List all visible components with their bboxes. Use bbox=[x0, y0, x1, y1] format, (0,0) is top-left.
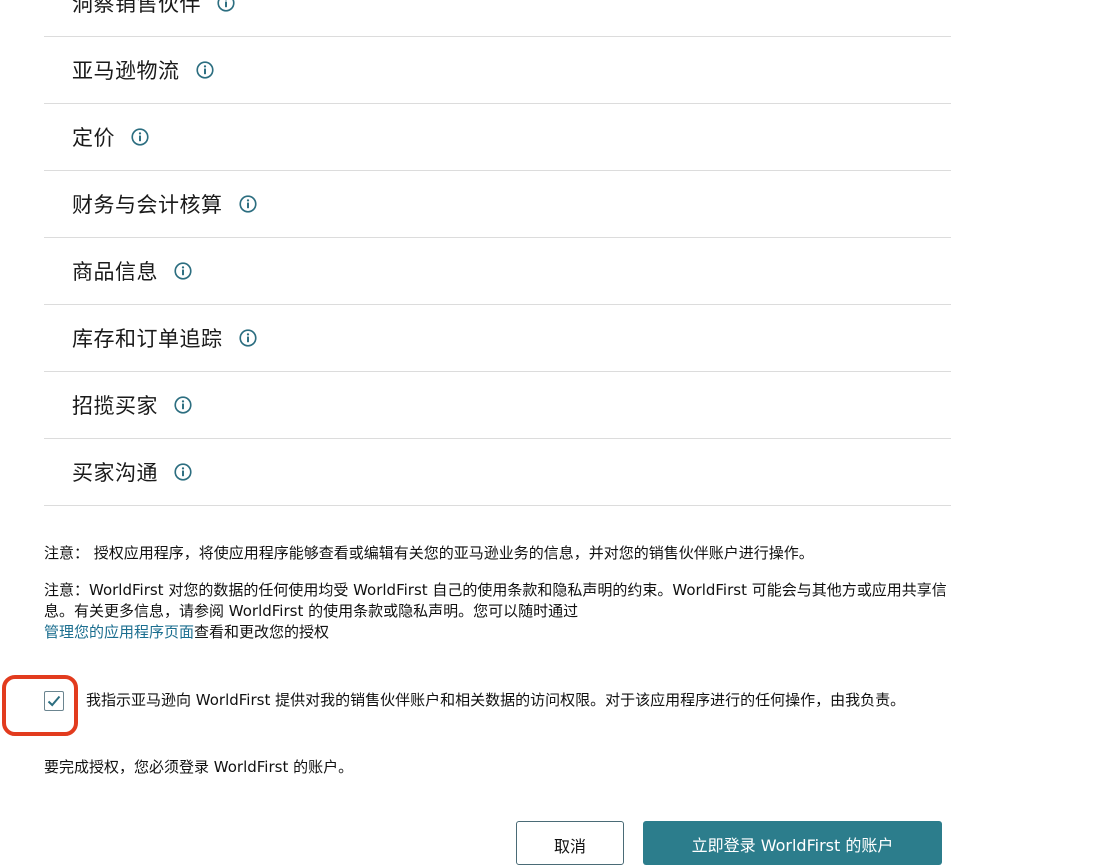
permission-row-product-listing: 商品信息 bbox=[44, 238, 951, 305]
info-icon[interactable] bbox=[131, 128, 149, 146]
permission-label: 财务与会计核算 bbox=[72, 193, 223, 217]
consent-row: 我指示亚马逊向 WorldFirst 提供对我的销售伙伴账户和相关数据的访问权限… bbox=[44, 690, 949, 711]
permission-row-inventory-order: 库存和订单追踪 bbox=[44, 305, 951, 372]
permission-label: 库存和订单追踪 bbox=[72, 327, 223, 351]
permission-label: 亚马逊物流 bbox=[72, 59, 180, 83]
permission-row-buyer-communication: 买家沟通 bbox=[44, 439, 951, 506]
login-requirement-text: 要完成授权，您必须登录 WorldFirst 的账户。 bbox=[44, 758, 354, 776]
permission-row-fba: 亚马逊物流 bbox=[44, 37, 951, 104]
permission-label: 洞察销售伙伴 bbox=[72, 0, 201, 16]
permission-label: 买家沟通 bbox=[72, 461, 158, 485]
info-icon[interactable] bbox=[238, 195, 257, 213]
permission-row-pricing: 定价 bbox=[44, 104, 951, 171]
note-suffix: 查看和更改您的授权 bbox=[194, 623, 330, 641]
note-text: 注意：WorldFirst 对您的数据的任何使用均受 WorldFirst 自己… bbox=[44, 581, 947, 620]
info-icon[interactable] bbox=[174, 262, 192, 280]
permission-label: 定价 bbox=[72, 126, 115, 150]
info-icon[interactable] bbox=[217, 0, 235, 12]
info-icon[interactable] bbox=[174, 463, 192, 481]
permission-row-finance: 财务与会计核算 bbox=[44, 171, 951, 238]
note-authorize-app: 注意： 授权应用程序，将使应用程序能够查看或编辑有关您的亚马逊业务的信息，并对您… bbox=[44, 544, 814, 562]
permission-row-buyer-solicitation: 招揽买家 bbox=[44, 372, 951, 439]
permission-row-selling-partner-insights: 洞察销售伙伴 bbox=[44, 0, 951, 37]
note-worldfirst-terms: 注意：WorldFirst 对您的数据的任何使用均受 WorldFirst 自己… bbox=[44, 580, 954, 643]
permission-list: 洞察销售伙伴 亚马逊物流 定价 财务与会计核算 商品信息 库存和订单追踪 招揽买… bbox=[44, 0, 951, 506]
info-icon[interactable] bbox=[238, 329, 257, 347]
manage-apps-link[interactable]: 管理您的应用程序页面 bbox=[44, 623, 194, 641]
cancel-button[interactable]: 取消 bbox=[516, 821, 624, 865]
authorization-notes: 注意： 授权应用程序，将使应用程序能够查看或编辑有关您的亚马逊业务的信息，并对您… bbox=[44, 543, 954, 659]
login-worldfirst-button[interactable]: 立即登录 WorldFirst 的账户 bbox=[643, 821, 942, 865]
permission-label: 商品信息 bbox=[72, 260, 158, 284]
permission-label: 招揽买家 bbox=[72, 394, 158, 418]
checkmark-icon bbox=[47, 695, 61, 707]
consent-checkbox[interactable] bbox=[44, 691, 64, 711]
info-icon[interactable] bbox=[174, 396, 192, 414]
info-icon[interactable] bbox=[195, 61, 214, 79]
consent-text: 我指示亚马逊向 WorldFirst 提供对我的销售伙伴账户和相关数据的访问权限… bbox=[86, 691, 906, 709]
